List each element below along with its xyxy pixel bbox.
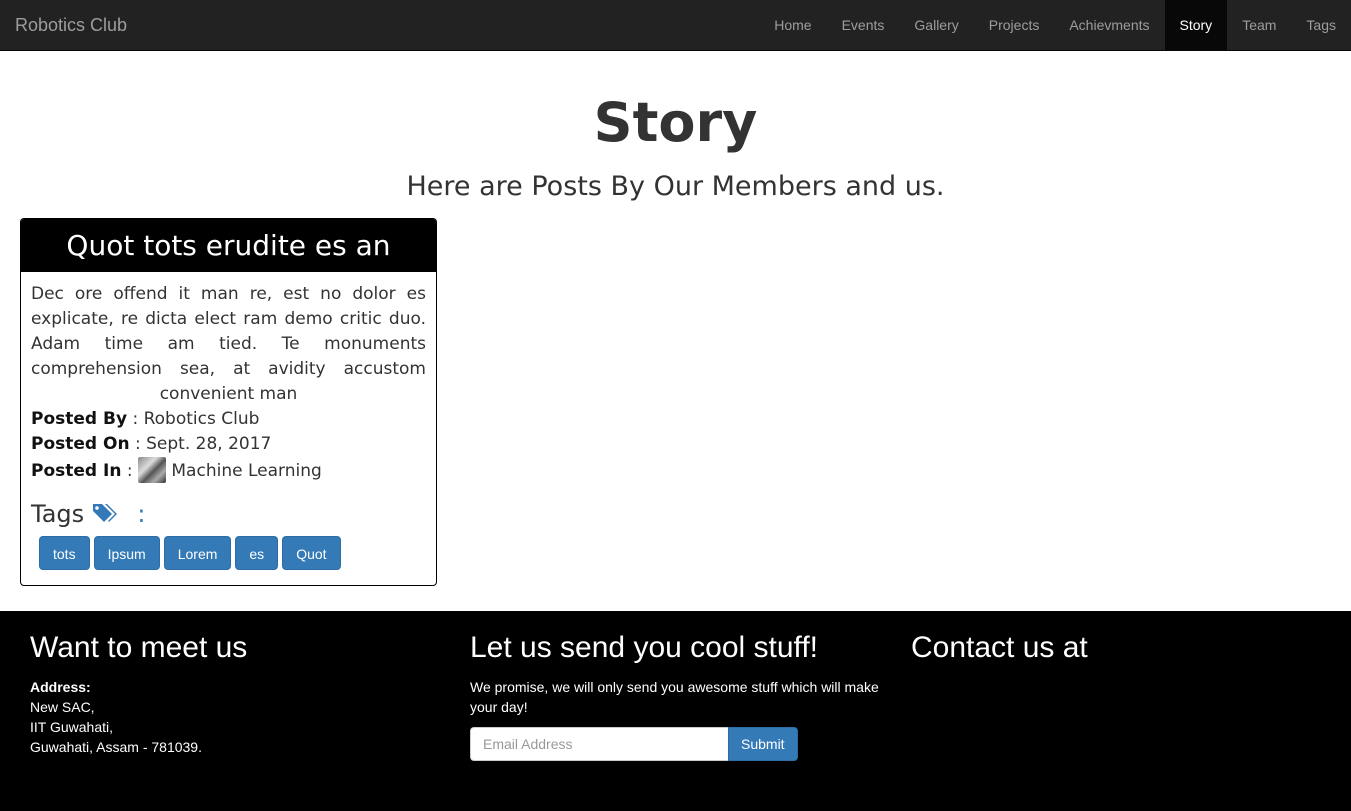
category-thumbnail xyxy=(137,457,166,483)
post-excerpt: Dec ore offend it man re, est no dolor e… xyxy=(31,284,426,404)
nav-item-gallery[interactable]: Gallery xyxy=(899,0,973,50)
footer-newsletter-text: We promise, we will only send you awesom… xyxy=(470,679,879,715)
posted-on-value: Sept. 28, 2017 xyxy=(146,434,272,454)
separator: : xyxy=(137,500,146,528)
separator: : xyxy=(126,461,133,481)
footer-meet-title: Want to meet us xyxy=(30,631,248,664)
posted-by-value: Robotics Club xyxy=(143,409,260,429)
footer-contact-title: Contact us at xyxy=(911,631,1088,664)
footer-contact-section: Contact us at xyxy=(911,631,1331,665)
nav-item-achievments[interactable]: Achievments xyxy=(1054,0,1164,50)
footer-newsletter-section: Let us send you cool stuff! We promise, … xyxy=(470,631,890,761)
page-title: Story xyxy=(593,91,758,154)
tags-label: Tags xyxy=(31,500,85,528)
tag-button[interactable]: Lorem xyxy=(163,536,232,570)
address-label: Address: xyxy=(30,679,91,695)
tags-icon xyxy=(92,496,120,532)
nav-item-story[interactable]: Story xyxy=(1164,0,1228,50)
tag-button[interactable]: es xyxy=(235,536,279,570)
posted-by-label: Posted By xyxy=(31,409,128,429)
posted-by-row: Posted By : Robotics Club xyxy=(31,407,426,432)
posted-in-row: Posted In : Machine Learning xyxy=(31,457,426,484)
subscribe-form: Submit xyxy=(470,727,890,761)
nav-item-team[interactable]: Team xyxy=(1227,0,1291,50)
tags-heading: Tags : xyxy=(31,496,426,532)
nav-item-events[interactable]: Events xyxy=(827,0,900,50)
nav-item-projects[interactable]: Projects xyxy=(974,0,1055,50)
navbar: Robotics Club Home Events Gallery Projec… xyxy=(0,0,1351,51)
brand-link[interactable]: Robotics Club xyxy=(15,15,127,35)
post-body: Dec ore offend it man re, est no dolor e… xyxy=(21,272,436,570)
footer-meet-section: Want to meet us Address: New SAC, IIT Gu… xyxy=(30,631,440,757)
footer-newsletter-title: Let us send you cool stuff! xyxy=(470,631,819,664)
address-line: New SAC, xyxy=(30,699,95,715)
footer: Want to meet us Address: New SAC, IIT Gu… xyxy=(0,611,1351,811)
email-input[interactable] xyxy=(470,727,728,761)
tag-button[interactable]: tots xyxy=(39,536,90,570)
nav-item-tags[interactable]: Tags xyxy=(1291,0,1351,50)
tag-button[interactable]: Quot xyxy=(282,536,341,570)
post-card: Quot tots erudite es an Dec ore offend i… xyxy=(20,218,437,586)
nav-item-home[interactable]: Home xyxy=(759,0,826,50)
post-title[interactable]: Quot tots erudite es an xyxy=(21,219,436,272)
nav-menu: Home Events Gallery Projects Achievments… xyxy=(759,0,1351,50)
address-line: IIT Guwahati, xyxy=(30,719,114,735)
separator: : xyxy=(134,434,141,454)
tag-button[interactable]: Ipsum xyxy=(93,536,160,570)
footer-address: Address: New SAC, IIT Guwahati, Guwahati… xyxy=(30,677,440,757)
posted-in-value[interactable]: Machine Learning xyxy=(171,461,321,481)
posted-on-row: Posted On : Sept. 28, 2017 xyxy=(31,432,426,457)
separator: : xyxy=(132,409,139,429)
page-subtitle: Here are Posts By Our Members and us. xyxy=(406,171,945,202)
submit-button[interactable]: Submit xyxy=(728,727,798,761)
address-line: Guwahati, Assam - 781039. xyxy=(30,739,202,755)
tag-list: tots Ipsum Lorem es Quot xyxy=(31,536,426,570)
posted-on-label: Posted On xyxy=(31,434,130,454)
posted-in-label: Posted In xyxy=(31,461,122,481)
